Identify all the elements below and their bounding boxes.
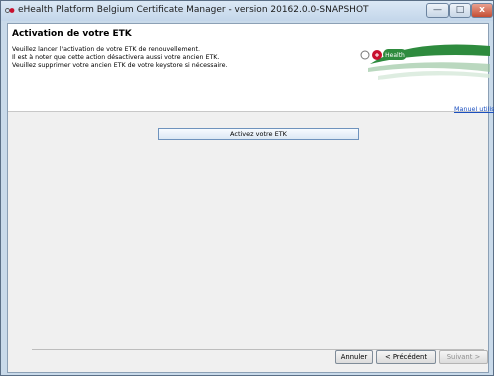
ehealth-logo: Health: [360, 44, 490, 80]
wizard-header: Activation de votre ETK Veuillez lancer …: [8, 24, 490, 112]
app-window: eHealth Platform Belgium Certificate Man…: [0, 0, 494, 376]
logo-text: Health: [385, 52, 405, 59]
manual-link[interactable]: Manuel utilisate: [454, 105, 494, 113]
minimize-button[interactable]: —: [426, 3, 449, 18]
description-line: Veuillez supprimer votre ancien ETK de v…: [12, 62, 228, 69]
description-line: Il est à noter que cette action désactiv…: [12, 54, 220, 61]
wizard-panel: Activation de votre ETK Veuillez lancer …: [7, 23, 494, 373]
title-bar[interactable]: eHealth Platform Belgium Certificate Man…: [1, 1, 493, 21]
app-icon: [5, 8, 15, 13]
previous-button[interactable]: < Précédent: [376, 350, 436, 364]
close-button[interactable]: x: [471, 3, 493, 18]
description: Veuillez lancer l'activation de votre ET…: [12, 46, 228, 70]
page-title: Activation de votre ETK: [12, 29, 132, 39]
next-button[interactable]: Suivant >: [439, 350, 488, 364]
cancel-button[interactable]: Annuler: [335, 350, 373, 364]
description-line: Veuillez lancer l'activation de votre ET…: [12, 46, 200, 53]
activate-etk-button[interactable]: Activez votre ETK: [158, 128, 359, 140]
maximize-button[interactable]: □: [449, 3, 471, 18]
window-title: eHealth Platform Belgium Certificate Man…: [18, 5, 369, 15]
